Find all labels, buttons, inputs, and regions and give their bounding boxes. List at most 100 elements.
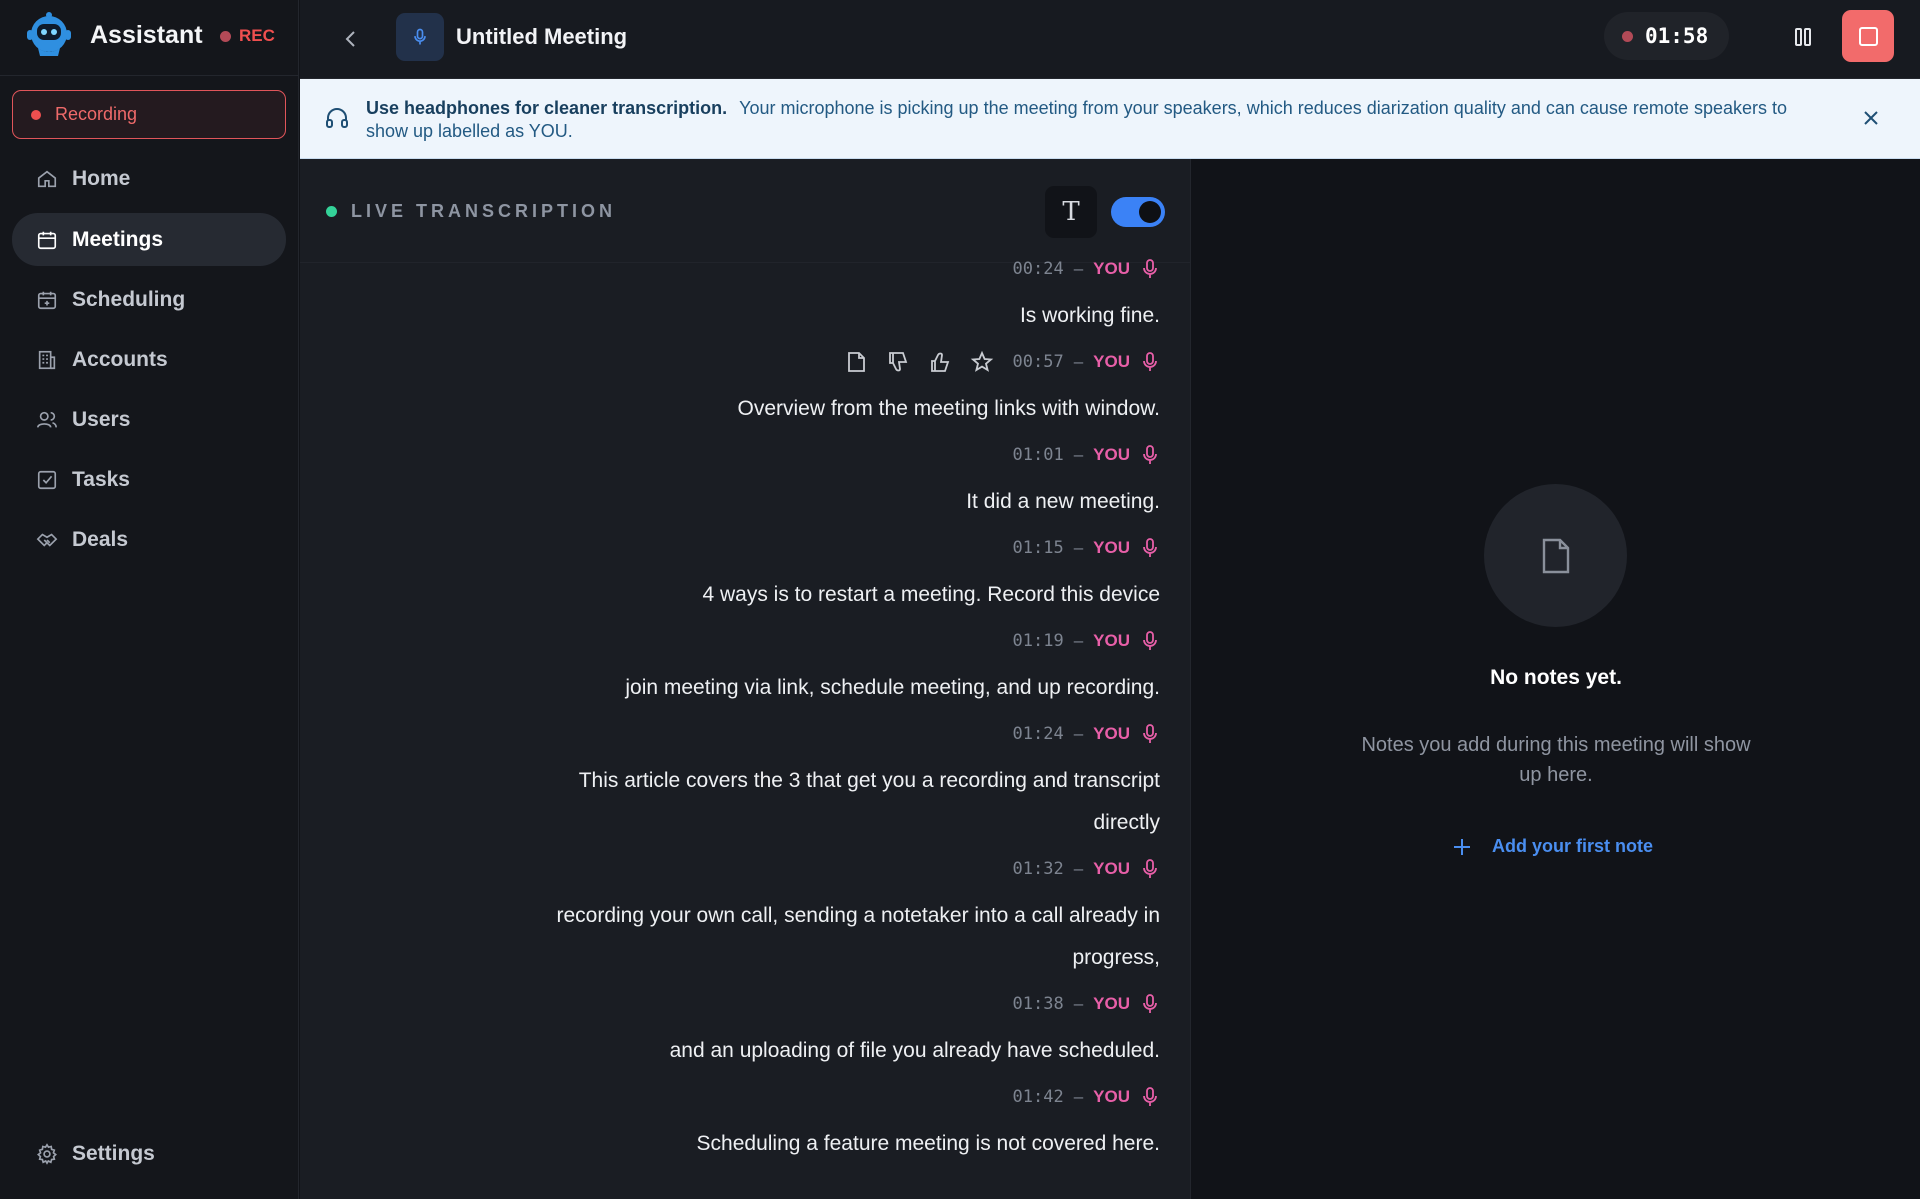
close-banner-button[interactable] [1860,107,1882,129]
notes-panel: No notes yet. Notes you add during this … [1192,159,1920,1199]
stop-recording-button[interactable] [1842,10,1894,62]
segment-separator: – [1073,538,1084,557]
rec-indicator: REC [220,26,275,46]
stop-icon [1858,26,1878,46]
segment-speaker: YOU [1093,1087,1130,1106]
segment-separator: – [1073,631,1084,650]
thumbs-up-icon [931,352,950,372]
segment-speaker: YOU [1093,724,1130,743]
back-button[interactable] [336,24,366,54]
segment-speaker: YOU [1093,445,1130,464]
segment-meta: 01:01 – YOU [1013,441,1161,469]
sidebar-item-label: Scheduling [72,287,186,311]
notes-empty-title: No notes yet. [1490,666,1622,689]
mic-icon [1140,351,1160,373]
segment-time: 01:24 [1012,724,1064,744]
segment-text: Overview from the meeting links with win… [737,397,1161,420]
segment-separator: – [1073,352,1084,371]
live-dot-icon [326,206,337,217]
gear-icon [36,1142,58,1165]
building-icon [36,349,58,371]
mic-icon [1140,723,1160,745]
thumbs-down-icon [889,352,908,372]
segment-separator: – [1073,724,1084,743]
meeting-title[interactable]: Untitled Meeting [456,24,627,50]
calendar-icon [36,229,58,251]
robot-logo-icon [24,12,74,58]
star-action[interactable] [970,350,994,374]
segment-text: Is working fine. [1019,304,1160,327]
calendar-plus-icon [36,289,58,311]
segment-time: 01:15 [1012,538,1064,558]
segment-meta: 00:57 – YOU [1013,348,1161,376]
segment-time: 01:38 [1012,994,1064,1014]
sidebar-item-label: Accounts [72,347,168,371]
segment-separator: – [1073,1087,1084,1106]
recording-dot-icon [31,109,41,120]
add-note-action[interactable] [844,350,868,374]
sidebar-item-label: Settings [72,1141,155,1165]
font-size-button[interactable]: T [1045,186,1097,238]
brand-header: Assistant REC [0,0,299,76]
segment-separator: – [1073,445,1084,464]
close-icon [1864,111,1878,125]
banner-title: Use headphones for cleaner transcription… [366,98,728,118]
recording-timer: 01:58 [1604,12,1729,60]
mic-icon [1140,630,1160,652]
sidebar: Assistant REC Recording Home Meetings Sc… [0,0,299,1199]
chevron-left-icon [345,31,355,47]
sidebar-item-meetings[interactable]: Meetings [12,213,286,266]
segment-text: Scheduling a feature meeting is not cove… [696,1132,1160,1155]
rec-badge: REC [239,26,275,45]
recording-label: Recording [55,104,138,124]
segment-text: join meeting via link, schedule meeting,… [625,676,1160,699]
segment-time: 01:32 [1012,859,1064,879]
meeting-mic-icon [396,13,444,61]
sidebar-item-users[interactable]: Users [12,393,286,446]
empty-notes-icon [1484,484,1627,627]
sidebar-item-accounts[interactable]: Accounts [12,333,286,386]
segment-meta: 01:19 – YOU [1013,627,1161,655]
add-first-note-button[interactable]: Add your first note [1452,836,1653,857]
transcript-panel: LIVE TRANSCRIPTION T 00:24 – YOU Is work… [300,159,1191,1199]
live-transcription-label: LIVE TRANSCRIPTION [326,201,616,222]
segment-text: This article covers the 3 that get you a… [578,769,1160,834]
sidebar-item-settings[interactable]: Settings [12,1127,286,1180]
timer-dot-icon [1622,30,1633,42]
handshake-icon [36,529,58,551]
segment-time: 00:57 [1012,352,1064,372]
headphones-icon [324,105,350,131]
headphones-banner: Use headphones for cleaner transcription… [300,79,1920,159]
recording-nav-item[interactable]: Recording [12,90,286,139]
star-icon [970,350,994,372]
sidebar-item-tasks[interactable]: Tasks [12,453,286,506]
auto-scroll-toggle[interactable] [1111,197,1165,227]
sidebar-item-label: Deals [72,527,129,551]
segment-text: 4 ways is to restart a meeting. Record t… [702,583,1160,606]
segment-text: and an uploading of file you already hav… [669,1039,1160,1062]
segment-meta: 01:32 – YOU [1013,855,1161,883]
home-icon [36,168,58,190]
sidebar-item-label: Meetings [72,227,164,251]
thumbs-down-action[interactable] [886,350,910,374]
sidebar-item-deals[interactable]: Deals [12,513,286,566]
transcript-header: LIVE TRANSCRIPTION T [300,159,1190,263]
segment-meta: 01:42 – YOU [1013,1083,1161,1111]
checkbox-icon [36,469,58,491]
mic-icon [1140,1086,1160,1108]
segment-text: recording your own call, sending a notet… [556,904,1160,969]
thumbs-up-action[interactable] [928,350,952,374]
segment-time: 01:42 [1012,1087,1064,1107]
top-bar: Untitled Meeting 01:58 [300,0,1920,79]
sidebar-item-scheduling[interactable]: Scheduling [12,273,286,326]
sidebar-item-home[interactable]: Home [12,152,286,205]
mic-icon [1140,444,1160,466]
pause-button[interactable] [1790,24,1816,50]
mic-icon [1140,537,1160,559]
note-icon [848,352,865,372]
mic-icon [1140,993,1160,1015]
users-icon [36,409,58,431]
sidebar-item-label: Users [72,407,131,431]
banner-text: Use headphones for cleaner transcription… [366,97,1796,143]
timer-value: 01:58 [1645,24,1709,48]
